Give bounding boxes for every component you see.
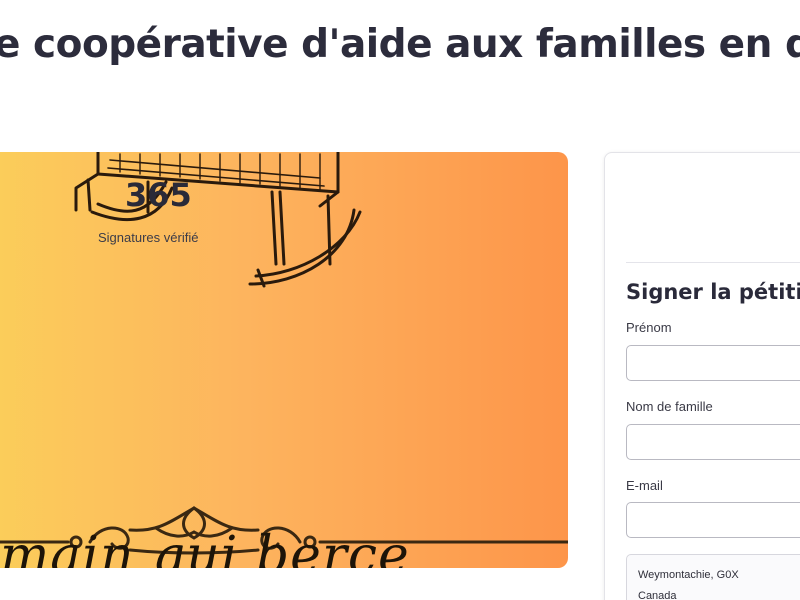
location-selector[interactable]: Weymontachie, G0X Canada [626, 554, 800, 600]
card-divider [626, 262, 800, 263]
signature-count: 365 [125, 176, 192, 214]
petition-title: e coopérative d'aide aux familles en dif… [0, 22, 800, 67]
location-country: Canada [638, 590, 677, 600]
hero-caption: main qui berce [0, 526, 410, 568]
last-name-label: Nom de famille [626, 399, 713, 414]
location-city: Weymontachie, G0X [638, 569, 739, 581]
email-label: E-mail [626, 478, 663, 493]
cradle-illustration [0, 152, 568, 555]
email-input[interactable] [626, 502, 800, 538]
hero-image: main qui berce [0, 152, 568, 568]
signature-label: Signatures vérifié [98, 230, 199, 245]
sign-petition-heading: Signer la pétition [626, 280, 800, 304]
first-name-input[interactable] [626, 345, 800, 381]
last-name-input[interactable] [626, 424, 800, 460]
petition-page: e coopérative d'aide aux familles en dif… [0, 0, 800, 600]
first-name-label: Prénom [626, 320, 672, 335]
